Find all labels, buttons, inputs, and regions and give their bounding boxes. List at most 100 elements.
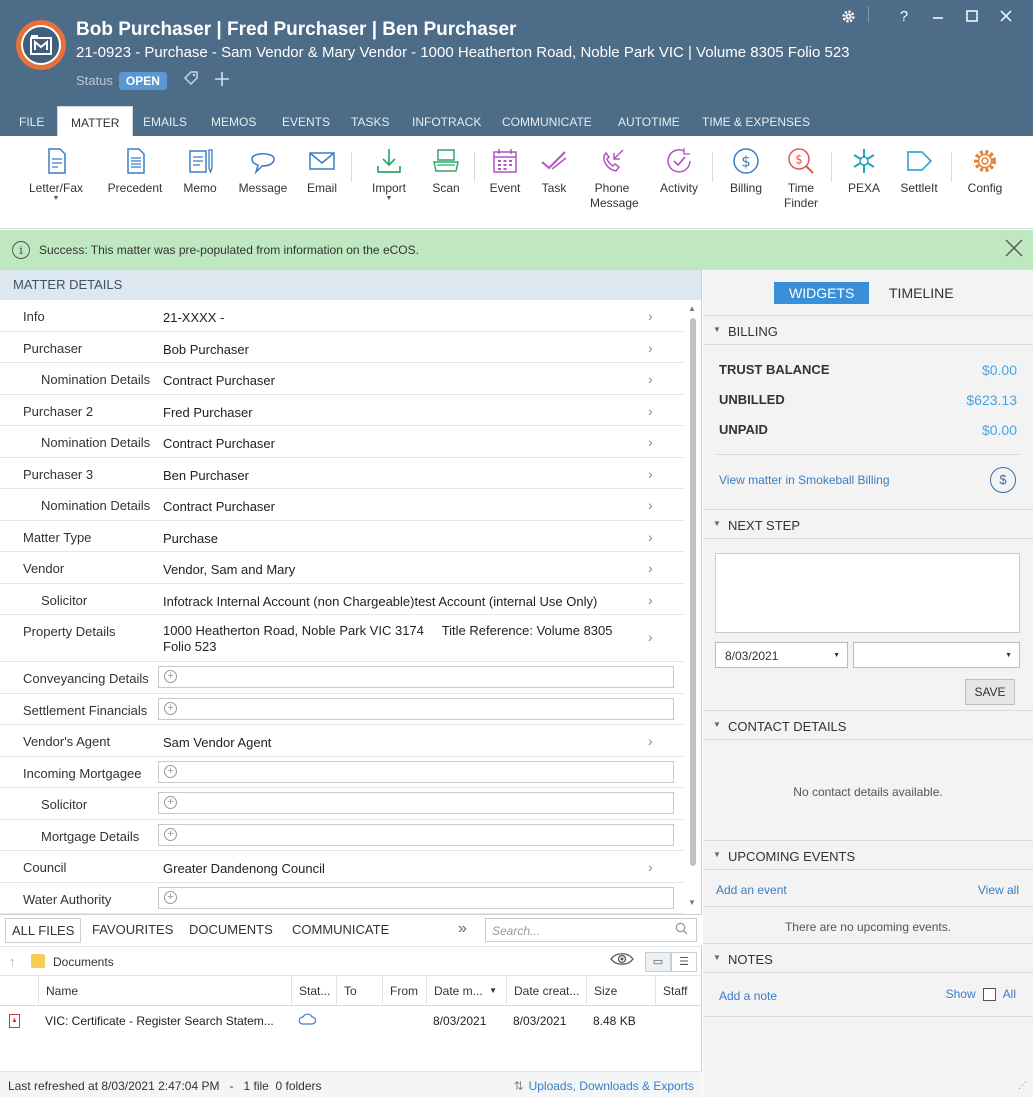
col-status[interactable]: Stat... bbox=[291, 976, 336, 1006]
tab-memos[interactable]: MEMOS bbox=[211, 106, 256, 136]
add-event-link[interactable]: Add an event bbox=[716, 883, 787, 897]
tab-autotime[interactable]: AUTOTIME bbox=[618, 106, 680, 136]
help-icon[interactable]: ? bbox=[887, 4, 921, 28]
add-tag-icon[interactable] bbox=[214, 70, 229, 91]
scrollbar-thumb[interactable] bbox=[690, 318, 696, 866]
scroll-down-icon[interactable]: ▼ bbox=[688, 898, 696, 907]
col-to[interactable]: To bbox=[336, 976, 382, 1006]
water-authority-add-field[interactable]: + bbox=[158, 886, 674, 909]
detail-row-nomination-2[interactable]: Nomination Details Contract Purchaser › bbox=[0, 426, 684, 458]
eye-icon[interactable] bbox=[610, 951, 634, 972]
files-search-input[interactable]: Search... bbox=[485, 918, 697, 942]
tab-documents[interactable]: DOCUMENTS bbox=[189, 922, 273, 937]
detail-row-info[interactable]: Info 21-XXXX - › bbox=[0, 300, 684, 332]
detail-row-vendor-solicitor[interactable]: Solicitor Infotrack Internal Account (non… bbox=[0, 584, 684, 615]
table-row[interactable]: ▲ VIC: Certificate - Register Search Sta… bbox=[0, 1006, 702, 1036]
contact-details-section-header[interactable]: ▼ CONTACT DETAILS bbox=[703, 710, 1033, 740]
mortgagee-solicitor-add-field[interactable]: + bbox=[158, 792, 674, 814]
collapse-triangle-icon: ▼ bbox=[713, 325, 721, 334]
status-badge[interactable]: OPEN bbox=[118, 71, 167, 90]
tag-icon[interactable] bbox=[183, 70, 199, 91]
pexa-button[interactable]: PEXA bbox=[846, 146, 882, 196]
col-size[interactable]: Size bbox=[586, 976, 655, 1006]
detail-row-nomination-1[interactable]: Nomination Details Contract Purchaser › bbox=[0, 363, 684, 395]
matter-details-panel: MATTER DETAILS Info 21-XXXX - › Purchaser B… bbox=[0, 270, 702, 914]
tab-communicate[interactable]: COMMUNICATE bbox=[502, 106, 592, 136]
notes-section-header[interactable]: ▼ NOTES bbox=[703, 943, 1033, 973]
save-button[interactable]: SAVE bbox=[965, 679, 1015, 705]
next-step-section-header[interactable]: ▼ NEXT STEP bbox=[703, 509, 1033, 539]
detail-row-nomination-3[interactable]: Nomination Details Contract Purchaser › bbox=[0, 489, 684, 521]
next-step-assignee-select[interactable]: ▼ bbox=[853, 642, 1020, 668]
tab-widgets[interactable]: WIDGETS bbox=[774, 282, 870, 304]
list-view-icon[interactable]: ☰ bbox=[671, 952, 697, 972]
next-step-textarea[interactable] bbox=[715, 553, 1020, 633]
show-all-checkbox[interactable] bbox=[982, 988, 996, 1002]
tab-matter[interactable]: MATTER bbox=[57, 106, 134, 136]
detail-row-purchaser[interactable]: Purchaser Bob Purchaser › bbox=[0, 332, 684, 363]
billing-button[interactable]: $ Billing bbox=[726, 146, 766, 196]
next-step-date-select[interactable]: 8/03/2021 ▼ bbox=[715, 642, 848, 668]
double-chevron-right-icon[interactable]: » bbox=[458, 920, 467, 938]
detail-row-matter-type[interactable]: Matter Type Purchase › bbox=[0, 521, 684, 552]
tab-emails[interactable]: EMAILS bbox=[143, 106, 187, 136]
detail-row-vendor[interactable]: Vendor Vendor, Sam and Mary › bbox=[0, 552, 684, 584]
conveyancing-add-field[interactable]: + bbox=[158, 666, 674, 688]
precedent-button[interactable]: Precedent bbox=[106, 146, 164, 196]
sort-desc-icon: ▼ bbox=[489, 986, 497, 995]
memo-button[interactable]: Memo bbox=[180, 146, 220, 196]
scroll-up-icon[interactable]: ▲ bbox=[688, 304, 696, 313]
email-button[interactable]: Email bbox=[302, 146, 342, 196]
import-button[interactable]: Import ▼ bbox=[367, 146, 411, 202]
activity-button[interactable]: Activity bbox=[657, 146, 701, 196]
detail-row-property-details[interactable]: Property Details 1000 Heatherton Road, No… bbox=[0, 615, 684, 662]
tab-favourites[interactable]: FAVOURITES bbox=[92, 922, 173, 937]
col-staff[interactable]: Staff bbox=[655, 976, 702, 1006]
tab-timeline[interactable]: TIMELINE bbox=[889, 285, 954, 301]
col-name[interactable]: Name bbox=[38, 976, 291, 1006]
upcoming-events-section-header[interactable]: ▼ UPCOMING EVENTS bbox=[703, 840, 1033, 870]
minimize-icon[interactable] bbox=[921, 4, 955, 28]
tab-time-expenses[interactable]: TIME & EXPENSES bbox=[702, 106, 810, 136]
detail-row-vendors-agent[interactable]: Vendor's Agent Sam Vendor Agent › bbox=[0, 725, 684, 757]
detail-row-purchaser-3[interactable]: Purchaser 3 Ben Purchaser › bbox=[0, 458, 684, 489]
config-button[interactable]: Config bbox=[965, 146, 1005, 196]
view-billing-link[interactable]: View matter in Smokeball Billing bbox=[719, 473, 890, 487]
detail-row-purchaser-2[interactable]: Purchaser 2 Fred Purchaser › bbox=[0, 395, 684, 426]
tab-infotrack[interactable]: INFOTRACK bbox=[412, 106, 481, 136]
settleit-button[interactable]: SettleIt bbox=[897, 146, 941, 196]
tab-tasks[interactable]: TASKS bbox=[351, 106, 389, 136]
message-button[interactable]: Message bbox=[237, 146, 289, 196]
letter-fax-button[interactable]: Letter/Fax ▼ bbox=[28, 146, 84, 202]
gear-icon[interactable] bbox=[831, 4, 865, 28]
mortgage-details-add-field[interactable]: + bbox=[158, 823, 674, 846]
up-arrow-icon[interactable]: ↑ bbox=[9, 954, 16, 969]
dismiss-notification-icon[interactable] bbox=[1005, 238, 1023, 262]
close-icon[interactable] bbox=[989, 4, 1023, 28]
scan-button[interactable]: Scan bbox=[428, 146, 464, 196]
phone-message-button[interactable]: Phone Message bbox=[590, 146, 639, 211]
folder-view-icon[interactable]: ▭ bbox=[645, 952, 671, 972]
task-button[interactable]: Task bbox=[538, 146, 570, 196]
matter-details-scrollbar[interactable]: ▲ ▼ bbox=[688, 302, 698, 912]
current-folder[interactable]: Documents bbox=[53, 955, 114, 969]
detail-row-council[interactable]: Council Greater Dandenong Council › bbox=[0, 851, 684, 883]
time-finder-button[interactable]: $ Time Finder bbox=[781, 146, 821, 211]
add-note-link[interactable]: Add a note bbox=[719, 989, 777, 1003]
settlement-add-field[interactable]: + bbox=[158, 697, 674, 720]
resize-grip-icon[interactable]: ⋰ bbox=[1018, 1080, 1027, 1091]
tab-all-files[interactable]: ALL FILES bbox=[5, 918, 82, 943]
mortgagee-add-field[interactable]: + bbox=[158, 760, 674, 783]
col-from[interactable]: From bbox=[382, 976, 426, 1006]
tab-communicate-files[interactable]: COMMUNICATE bbox=[292, 922, 389, 937]
tab-file[interactable]: FILE bbox=[19, 106, 44, 136]
col-date-modified[interactable]: Date m... ▼ bbox=[426, 976, 506, 1006]
col-date-created[interactable]: Date creat... bbox=[506, 976, 586, 1006]
uploads-downloads-link[interactable]: ⇅ Uploads, Downloads & Exports bbox=[514, 1079, 694, 1093]
tab-events[interactable]: EVENTS bbox=[282, 106, 330, 136]
billing-section-header[interactable]: ▼ BILLING bbox=[703, 315, 1033, 345]
billing-dollar-icon[interactable]: $ bbox=[990, 467, 1016, 493]
maximize-icon[interactable] bbox=[955, 4, 989, 28]
view-all-events-link[interactable]: View all bbox=[978, 883, 1019, 897]
event-button[interactable]: Event bbox=[486, 146, 524, 196]
